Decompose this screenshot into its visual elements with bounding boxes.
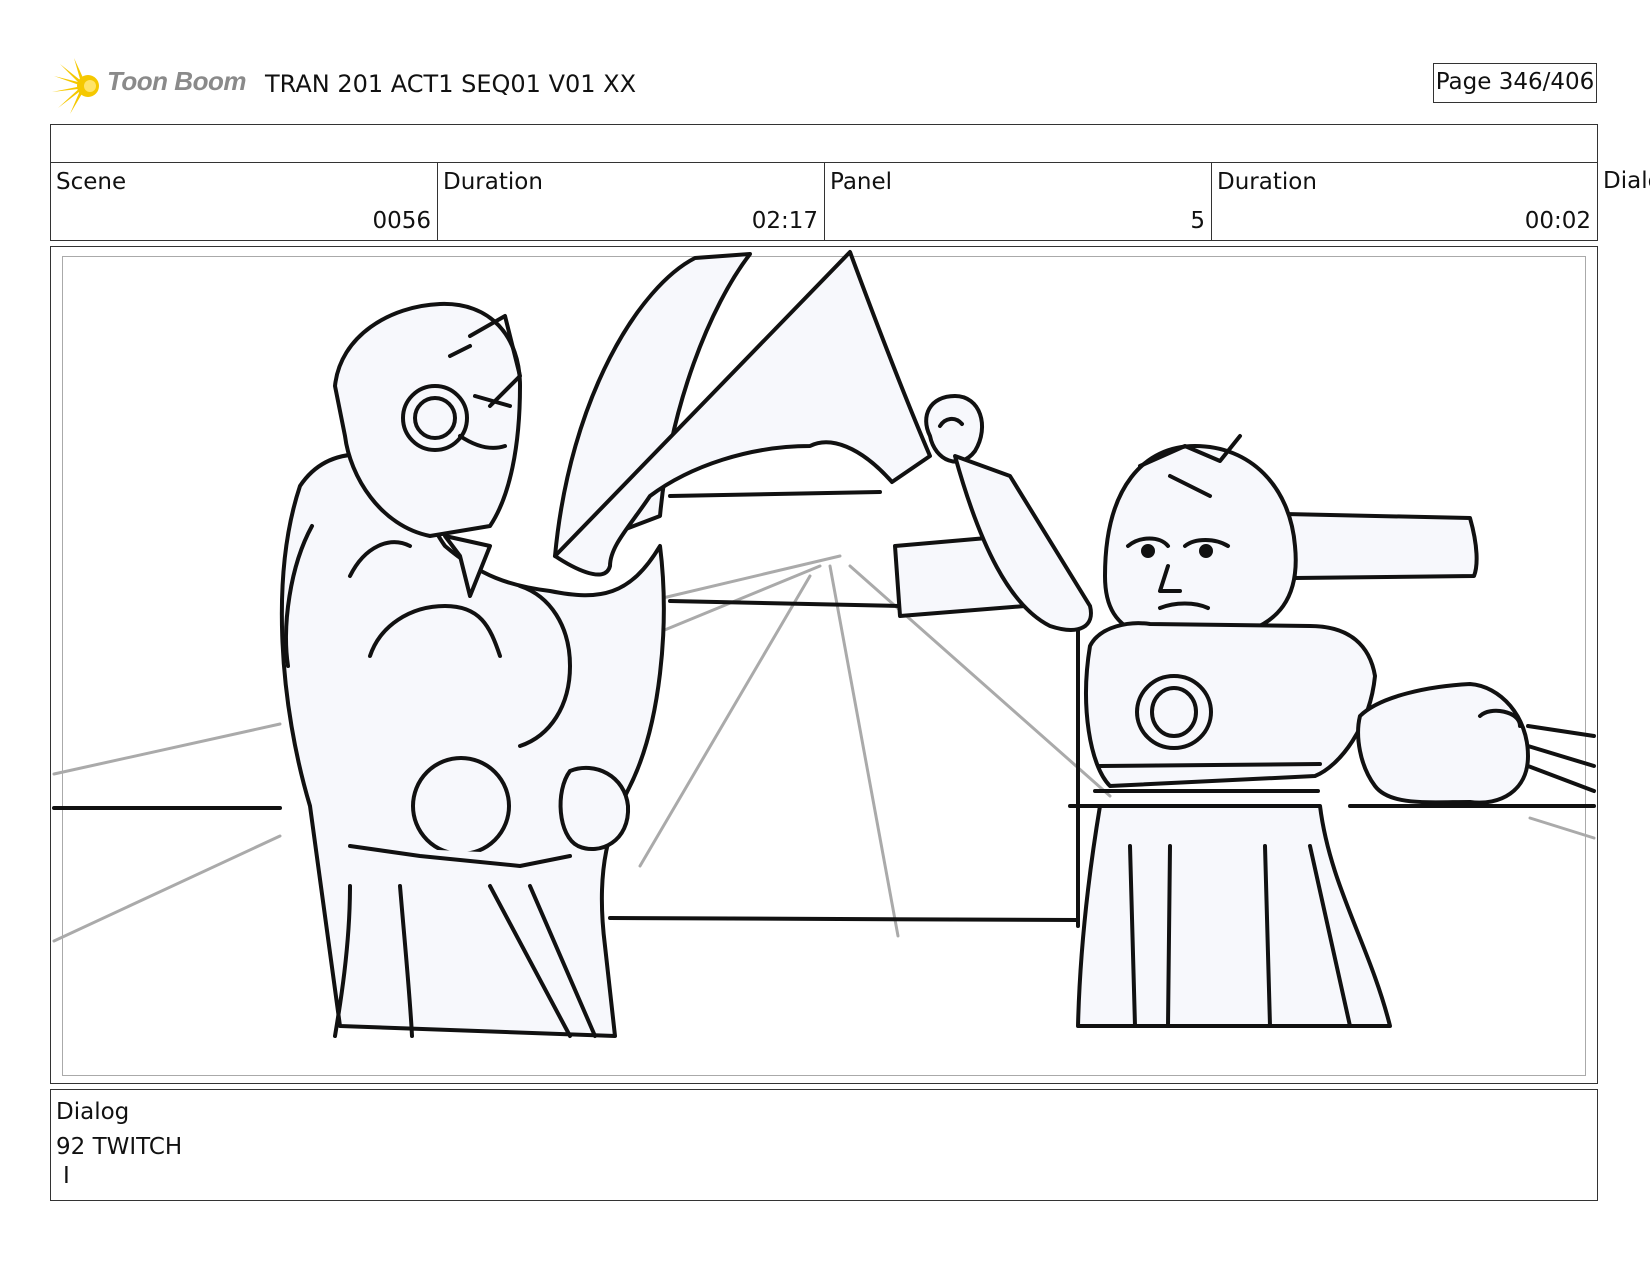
scene-label: Scene	[56, 169, 127, 195]
panel-value: 5	[1190, 208, 1205, 234]
dialog-line-2: I	[63, 1163, 70, 1189]
header-blank-row	[50, 124, 1598, 163]
scene-duration-label: Duration	[443, 169, 543, 195]
dialog-box: Dialog 92 TWITCH I	[50, 1089, 1598, 1201]
panel-label: Panel	[830, 169, 893, 195]
dialog-label: Dialog	[56, 1099, 130, 1125]
scene-duration-cell: Duration 02:17	[437, 162, 825, 241]
logo-wordmark: Toon Boom	[107, 66, 246, 96]
toon-boom-logo: Toon Boom	[52, 58, 252, 114]
starburst-icon	[52, 58, 99, 114]
page-number: Page 346/406	[1433, 63, 1597, 103]
dialog-line-1: 92 TWITCH	[56, 1134, 183, 1160]
panel-duration-value: 00:02	[1524, 208, 1591, 234]
project-title: TRAN 201 ACT1 SEQ01 V01 XX	[265, 70, 637, 98]
storyboard-sketch	[52, 250, 1596, 1038]
panel-duration-label: Duration	[1217, 169, 1317, 195]
panel-duration-cell: Duration 00:02	[1211, 162, 1598, 241]
panel-cell: Panel 5	[824, 162, 1212, 241]
scene-duration-value: 02:17	[751, 208, 818, 234]
dialog-column-label-cut: Dialo	[1603, 168, 1650, 194]
scene-cell: Scene 0056	[50, 162, 438, 241]
scene-value: 0056	[372, 208, 431, 234]
